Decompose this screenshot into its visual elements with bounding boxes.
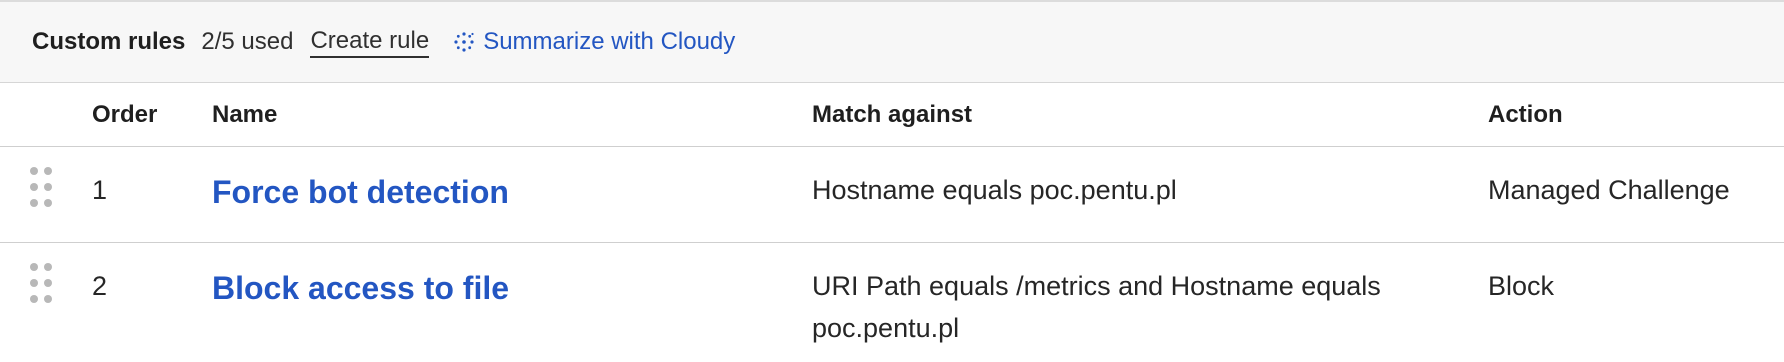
summarize-label: Summarize with Cloudy <box>483 28 736 55</box>
create-rule-link[interactable]: Create rule <box>310 27 430 58</box>
table-row: 1 Force bot detection Hostname equals po… <box>0 147 1784 243</box>
column-header-match[interactable]: Match against <box>812 99 1432 131</box>
drag-handle-icon[interactable] <box>30 263 52 303</box>
rule-match: URI Path equals /metrics and Hostname eq… <box>812 271 1381 343</box>
sparkle-icon <box>454 32 474 52</box>
usage-count: 2/5 used <box>201 28 294 55</box>
rule-match: Hostname equals poc.pentu.pl <box>812 175 1177 205</box>
summarize-button[interactable]: Summarize with Cloudy <box>453 28 735 56</box>
rule-action: Managed Challenge <box>1488 175 1730 205</box>
column-header-action[interactable]: Action <box>1488 99 1563 131</box>
custom-rules-panel: Custom rules 2/5 used Create rule Summar… <box>0 0 1784 362</box>
rule-order: 1 <box>92 175 108 205</box>
table-header: Order Name Match against Action <box>0 83 1784 147</box>
rule-action: Block <box>1488 271 1555 301</box>
rule-order: 2 <box>92 271 108 301</box>
rule-name-link[interactable]: Block access to file <box>212 265 509 311</box>
column-header-order[interactable]: Order <box>92 99 157 131</box>
section-title: Custom rules <box>32 28 186 55</box>
rule-name-link[interactable]: Force bot detection <box>212 169 509 215</box>
rules-toolbar: Custom rules 2/5 used Create rule Summar… <box>0 0 1784 83</box>
column-header-name[interactable]: Name <box>212 99 277 131</box>
drag-handle-icon[interactable] <box>30 167 52 207</box>
table-row: 2 Block access to file URI Path equals /… <box>0 243 1784 362</box>
